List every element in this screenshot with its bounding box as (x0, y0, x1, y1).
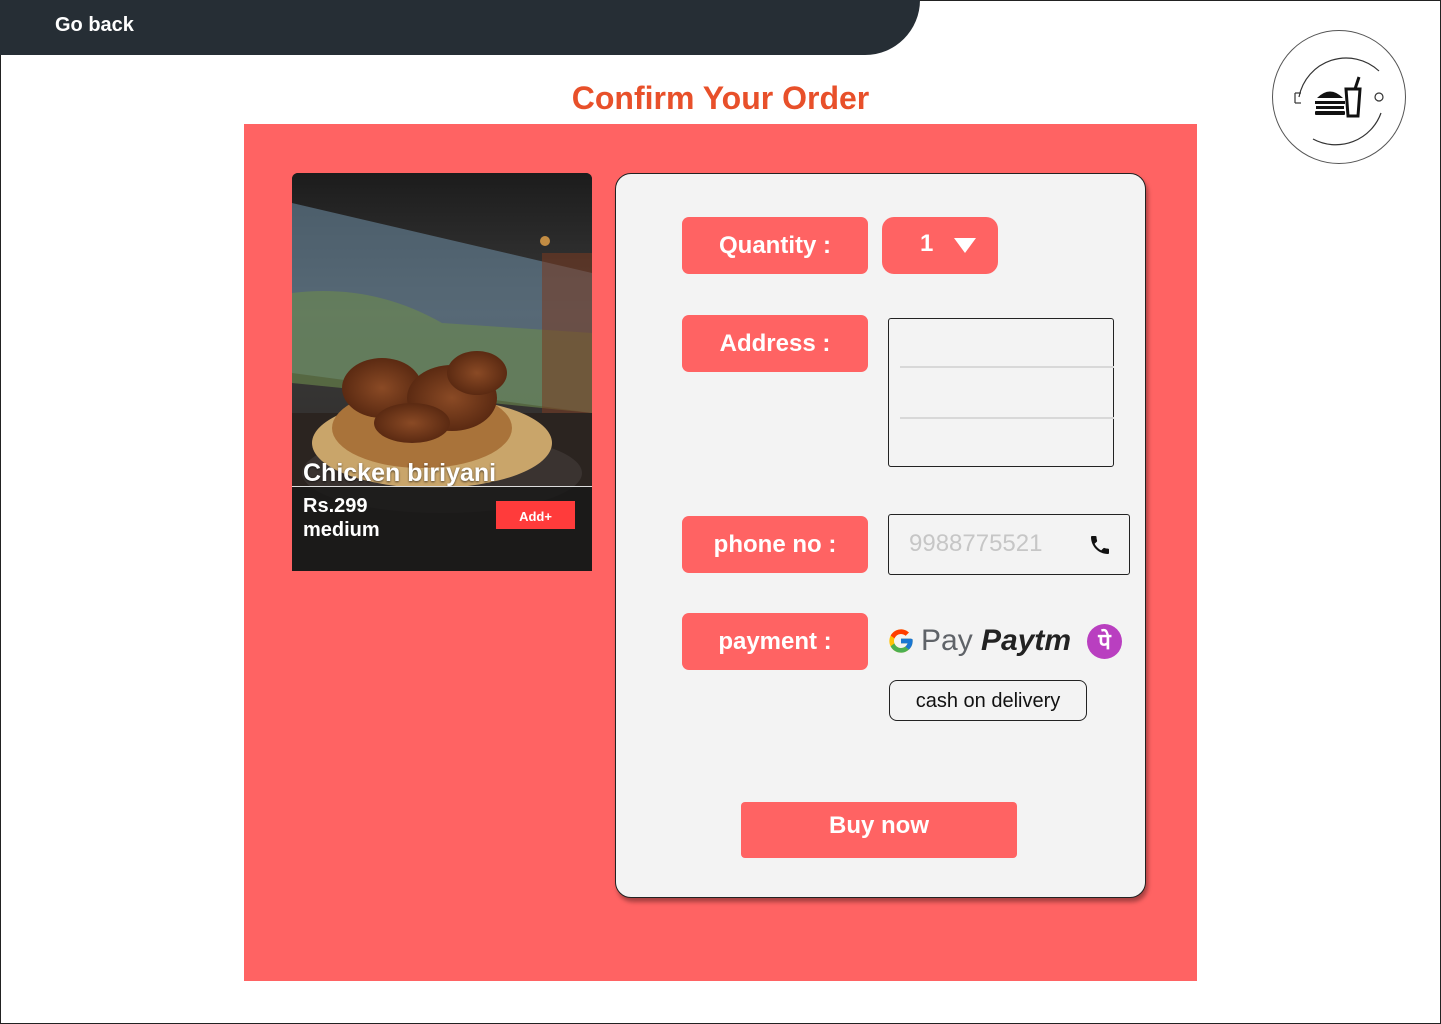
product-card: Chicken biriyani Rs.299 medium Add+ (292, 173, 592, 571)
page-title: Confirm Your Order (571, 80, 870, 116)
top-bar: Go back (0, 0, 920, 55)
phone-field (888, 514, 1130, 575)
address-line (900, 366, 1114, 368)
address-label: Address : (682, 315, 868, 372)
cash-on-delivery-button[interactable]: cash on delivery (889, 680, 1087, 721)
payment-label: payment : (682, 613, 868, 670)
product-size: medium (303, 519, 380, 541)
google-g-icon (889, 629, 913, 653)
buy-now-button[interactable]: Buy now (741, 802, 1017, 858)
phone-label: phone no : (682, 516, 868, 573)
product-info: Rs.299 medium Add+ (292, 487, 592, 571)
paytm-option[interactable]: Paytm (981, 624, 1071, 658)
product-price: Rs.299 (303, 495, 368, 517)
go-back-button[interactable]: Go back (55, 14, 134, 37)
add-to-cart-button[interactable]: Add+ (496, 501, 575, 529)
phone-icon[interactable] (1088, 533, 1112, 557)
quantity-value: 1 (920, 230, 934, 257)
triangle-down-icon (954, 238, 976, 253)
quantity-label: Quantity : (682, 217, 868, 274)
phonepe-option[interactable]: पे (1087, 624, 1122, 659)
address-line (900, 417, 1114, 419)
address-input[interactable] (888, 318, 1114, 467)
phone-input[interactable] (909, 529, 1079, 559)
quantity-dropdown[interactable]: 1 (882, 217, 998, 274)
product-name: Chicken biriyani (303, 459, 497, 487)
gpay-label: Pay (921, 624, 973, 657)
